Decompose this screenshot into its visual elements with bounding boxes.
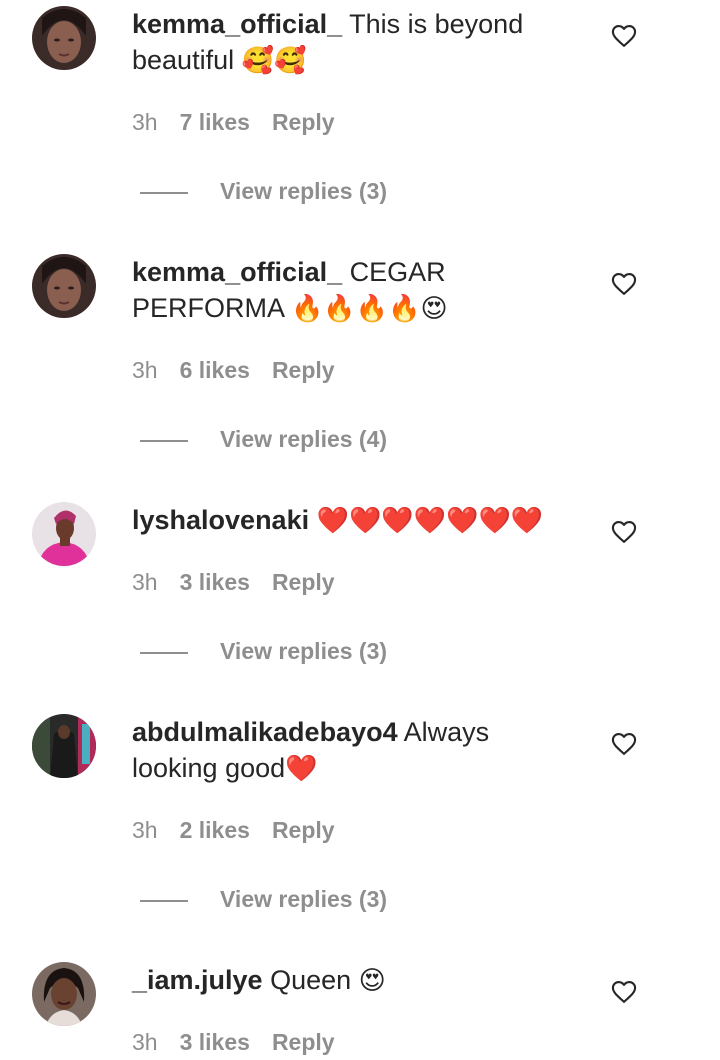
comment-meta: 3h 7 likes Reply: [132, 104, 335, 140]
avatar[interactable]: [32, 962, 96, 1026]
comment-time: 3h: [132, 357, 158, 383]
comment-username[interactable]: lyshalovenaki: [132, 505, 309, 535]
view-replies-label: View replies (3): [220, 178, 388, 204]
heart-outline-icon[interactable]: [610, 730, 638, 758]
reply-button[interactable]: Reply: [272, 569, 335, 595]
reply-button[interactable]: Reply: [272, 357, 335, 383]
comment-likes[interactable]: 7 likes: [180, 109, 250, 135]
comment-time: 3h: [132, 569, 158, 595]
comment-likes[interactable]: 2 likes: [180, 817, 250, 843]
heart-outline-icon[interactable]: [610, 978, 638, 1006]
reply-button[interactable]: Reply: [272, 817, 335, 843]
avatar[interactable]: [32, 6, 96, 70]
comment-username[interactable]: abdulmalikadebayo4: [132, 717, 398, 747]
comment-emoji: ❤️: [285, 753, 318, 783]
view-replies-label: View replies (3): [220, 638, 388, 664]
comment-emoji: ❤️❤️❤️❤️❤️❤️❤️: [316, 505, 544, 535]
comment-text: _iam.julye Queen 😍: [132, 962, 572, 998]
view-replies-button[interactable]: View replies (3): [140, 633, 387, 669]
heart-outline-icon[interactable]: [610, 270, 638, 298]
comment-body: [309, 505, 317, 535]
comment-likes[interactable]: 3 likes: [180, 1029, 250, 1055]
reply-button[interactable]: Reply: [272, 1029, 335, 1055]
comment-time: 3h: [132, 109, 158, 135]
replies-divider: [140, 191, 188, 194]
avatar[interactable]: [32, 502, 96, 566]
comment-username[interactable]: kemma_official_: [132, 257, 342, 287]
comment-time: 3h: [132, 817, 158, 843]
comment-text: abdulmalikadebayo4 Always looking good❤️: [132, 714, 572, 786]
avatar[interactable]: [32, 254, 96, 318]
comment-emoji: 😍: [358, 965, 386, 995]
comment-time: 3h: [132, 1029, 158, 1055]
comment-body: Queen: [262, 965, 359, 995]
replies-divider: [140, 439, 188, 442]
view-replies-label: View replies (3): [220, 886, 388, 912]
comment-emoji: 🔥🔥🔥🔥😍: [291, 293, 448, 323]
view-replies-button[interactable]: View replies (3): [140, 173, 387, 209]
comment-meta: 3h 3 likes Reply: [132, 564, 335, 600]
comment-username[interactable]: kemma_official_: [132, 9, 342, 39]
comment-likes[interactable]: 3 likes: [180, 569, 250, 595]
avatar[interactable]: [32, 714, 96, 778]
comment-meta: 3h 6 likes Reply: [132, 352, 335, 388]
replies-divider: [140, 651, 188, 654]
reply-button[interactable]: Reply: [272, 109, 335, 135]
comment-username[interactable]: _iam.julye: [132, 965, 263, 995]
comment-text: kemma_official_ This is beyond beautiful…: [132, 6, 572, 78]
comment-text: kemma_official_ CEGAR PERFORMA 🔥🔥🔥🔥😍: [132, 254, 572, 326]
heart-outline-icon[interactable]: [610, 518, 638, 546]
comment-text: lyshalovenaki ❤️❤️❤️❤️❤️❤️❤️: [132, 502, 572, 538]
view-replies-label: View replies (4): [220, 426, 388, 452]
heart-outline-icon[interactable]: [610, 22, 638, 50]
view-replies-button[interactable]: View replies (4): [140, 421, 387, 457]
view-replies-button[interactable]: View replies (3): [140, 881, 387, 917]
comment-likes[interactable]: 6 likes: [180, 357, 250, 383]
comment-emoji: 🥰🥰: [241, 45, 307, 75]
comment-meta: 3h 2 likes Reply: [132, 812, 335, 848]
replies-divider: [140, 899, 188, 902]
comment-meta: 3h 3 likes Reply: [132, 1024, 335, 1060]
